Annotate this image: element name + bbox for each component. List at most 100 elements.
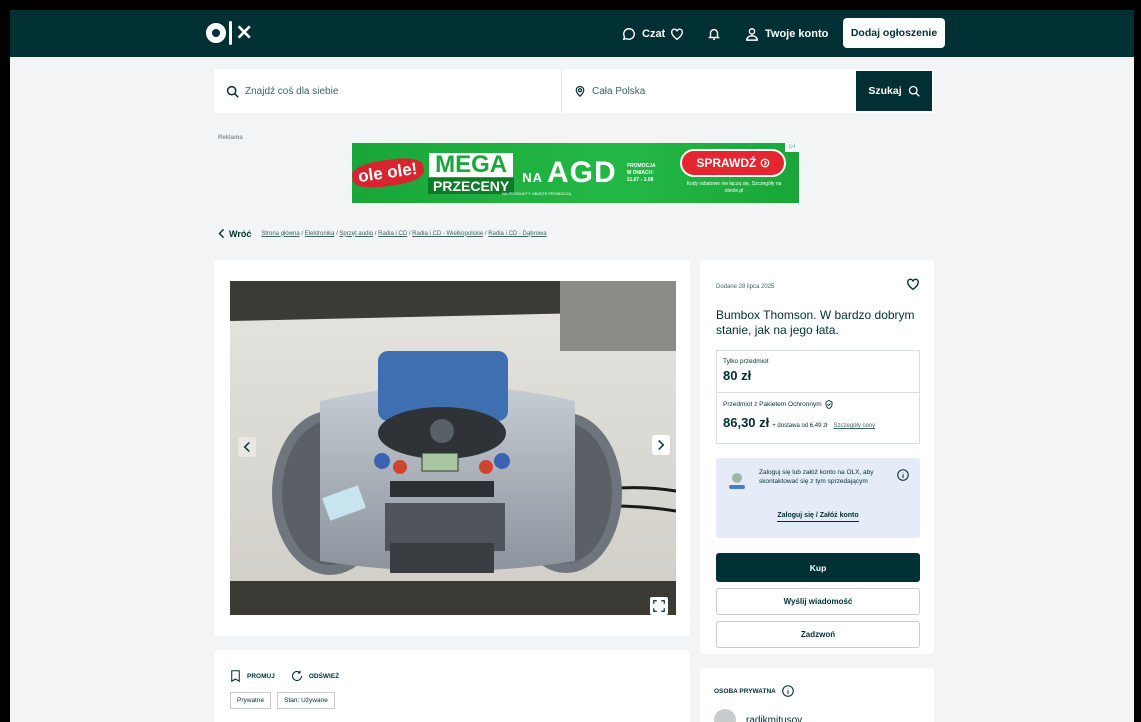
add-listing-button[interactable]: Dodaj ogłoszenie	[843, 18, 945, 48]
search-icon	[226, 85, 239, 98]
protected-label-row: Przedmiot z Pakietem Ochronnym	[723, 400, 913, 409]
added-date: Dodane 28 lipca 2025	[716, 284, 775, 290]
login-prompt: Zaloguj się lub załóż konto na OLX, aby …	[716, 458, 920, 538]
previous-photo-button[interactable]	[238, 437, 256, 457]
buy-button[interactable]: Kup	[716, 553, 920, 582]
gallery-card	[214, 260, 690, 636]
back-button[interactable]: Wróć	[217, 228, 251, 239]
na-text: NA	[522, 170, 544, 185]
search-icon	[908, 85, 920, 97]
seller-profile-link[interactable]: radikmitusov	[714, 709, 802, 722]
account-label: Twoje konto	[765, 27, 829, 40]
promo-sub: NA PRODUKTY OBJĘTE PROMOCJĄ	[502, 191, 572, 196]
price-box: Tylko przedmiot 80 zł Przedmiot z Pakiet…	[716, 350, 920, 444]
protected-price: 86,30 zł	[723, 415, 770, 430]
favorites-link[interactable]	[670, 10, 684, 57]
notifications-link[interactable]	[707, 10, 721, 57]
page: × Czat Twoje konto Dodaj ogłoszenie Znaj…	[10, 10, 1134, 722]
listing-photo[interactable]	[230, 281, 676, 615]
user-icon	[746, 27, 758, 41]
protected-package-option[interactable]: Przedmiot z Pakietem Ochronnym 86,30 zł …	[717, 394, 919, 444]
account-link[interactable]: Twoje konto	[745, 10, 828, 57]
seller-card: OSOBA PRYWATNA radikmitusov	[700, 668, 934, 722]
shipping-text: + dostawa od 6,49 zł	[772, 423, 828, 429]
location-input[interactable]: Cała Polska	[562, 69, 854, 113]
boombox-photo-illustration	[230, 281, 676, 615]
search-bar: Znajdź coś dla siebie Cała Polska Szukaj	[214, 69, 934, 113]
send-message-button[interactable]: Wyślij wiadomość	[716, 588, 920, 615]
location-value: Cała Polska	[592, 85, 646, 97]
promo-line2: W DNIACH:	[626, 169, 654, 176]
olx-logo[interactable]: ×	[206, 21, 253, 45]
breadcrumb-item[interactable]: Radia i CD	[378, 231, 407, 237]
arrow-circle-icon	[760, 158, 770, 168]
chat-label: Czat	[642, 27, 666, 40]
ad-cta-label: SPRAWDŹ	[696, 156, 757, 170]
logo-o-shape	[206, 23, 226, 43]
protected-label: Przedmiot z Pakietem Ochronnym	[723, 401, 822, 408]
heart-icon	[671, 27, 683, 40]
favorite-button[interactable]	[906, 278, 920, 296]
refresh-icon	[291, 670, 302, 681]
chevron-right-icon	[658, 439, 665, 451]
login-link[interactable]: Zaloguj się / Załóż konto	[777, 512, 859, 522]
protected-price-row: 86,30 zł + dostawa od 6,49 zł Szczegóły …	[723, 415, 913, 430]
breadcrumb-item[interactable]: Sprzęt audio	[339, 231, 373, 237]
breadcrumb-links: Strona główna / Elektronika / Sprzęt aud…	[261, 230, 547, 237]
item-only-price: 80 zł	[723, 368, 752, 383]
details-card: PROMUJ ODŚWIEŻ Prywatne Stan: Używane	[214, 650, 690, 722]
location-pin-icon	[575, 85, 585, 97]
agd-text: NA AGD	[522, 156, 616, 190]
back-label: Wróć	[229, 228, 252, 239]
info-icon[interactable]	[782, 685, 794, 697]
listing-title: Bumbox Thomson. W bardzo dobrym stanie, …	[716, 308, 915, 337]
promote-button[interactable]: PROMUJ	[230, 670, 275, 682]
login-message: Zaloguj się lub załóż konto na OLX, aby …	[759, 469, 874, 485]
chat-link[interactable]: Czat	[622, 10, 665, 57]
promo-date-range: 21.07 - 3.08	[626, 176, 654, 183]
logo-bar-shape	[229, 21, 232, 45]
info-button[interactable]	[897, 468, 909, 486]
heart-icon	[907, 278, 919, 291]
item-only-label: Tylko przedmiot	[723, 358, 769, 365]
next-photo-button[interactable]	[652, 435, 670, 455]
bookmark-icon	[231, 670, 240, 682]
ad-cta-button[interactable]: SPRAWDŹ	[680, 149, 786, 177]
info-icon	[897, 469, 909, 481]
refresh-button[interactable]: ODŚWIEŻ	[291, 670, 339, 682]
logo-x-shape: ×	[235, 20, 254, 45]
search-input[interactable]: Znajdź coś dla siebie	[214, 69, 562, 113]
seller-type-row: OSOBA PRYWATNA	[714, 685, 794, 697]
listing-actions: PROMUJ ODŚWIEŻ	[230, 670, 339, 682]
breadcrumb-item[interactable]: Elektronika	[305, 231, 335, 237]
breadcrumb-item[interactable]: Strona główna	[261, 231, 299, 237]
price-details-link[interactable]: Szczegóły ceny	[833, 423, 875, 429]
item-only-option[interactable]: Tylko przedmiot 80 zł	[717, 351, 919, 393]
tag-condition: Stan: Używane	[277, 692, 335, 709]
bell-icon	[707, 28, 721, 40]
ad-label: Reklama	[218, 135, 243, 141]
tag-private: Prywatne	[230, 692, 272, 709]
search-placeholder: Znajdź coś dla siebie	[245, 85, 339, 97]
chat-bubble-icon	[622, 27, 635, 40]
breadcrumb-item[interactable]: Radia i CD - Wielkopolskie	[412, 231, 483, 237]
call-button[interactable]: Zadzwoń	[716, 621, 920, 648]
breadcrumb-item[interactable]: Radia i CD - Dąbrowa	[488, 231, 546, 237]
ad-banner[interactable]: ole ole! MEGA PRZECENY NA AGD PROMOCJA W …	[352, 143, 799, 203]
promo-line1: PROMOCJA	[626, 162, 656, 169]
oleole-logo: ole ole!	[352, 143, 426, 203]
search-button[interactable]: Szukaj	[854, 69, 934, 113]
refresh-label: ODŚWIEŻ	[308, 672, 340, 680]
shield-check-icon	[825, 400, 833, 409]
promote-label: PROMUJ	[247, 672, 275, 680]
ad-choices-icon[interactable]: ▷i	[785, 143, 799, 152]
seller-username: radikmitusov	[746, 714, 803, 722]
login-link-row: Zaloguj się / Załóż konto	[716, 512, 920, 522]
listing-info-card: Dodane 28 lipca 2025 Bumbox Thomson. W b…	[700, 260, 934, 654]
expand-icon	[653, 600, 665, 612]
chevron-left-icon	[218, 228, 225, 239]
fullscreen-button[interactable]	[650, 597, 668, 615]
seller-type-label: OSOBA PRYWATNA	[714, 687, 776, 695]
chevron-left-icon	[243, 441, 250, 453]
promo-dates: PROMOCJA W DNIACH: 21.07 - 3.08	[627, 163, 667, 184]
